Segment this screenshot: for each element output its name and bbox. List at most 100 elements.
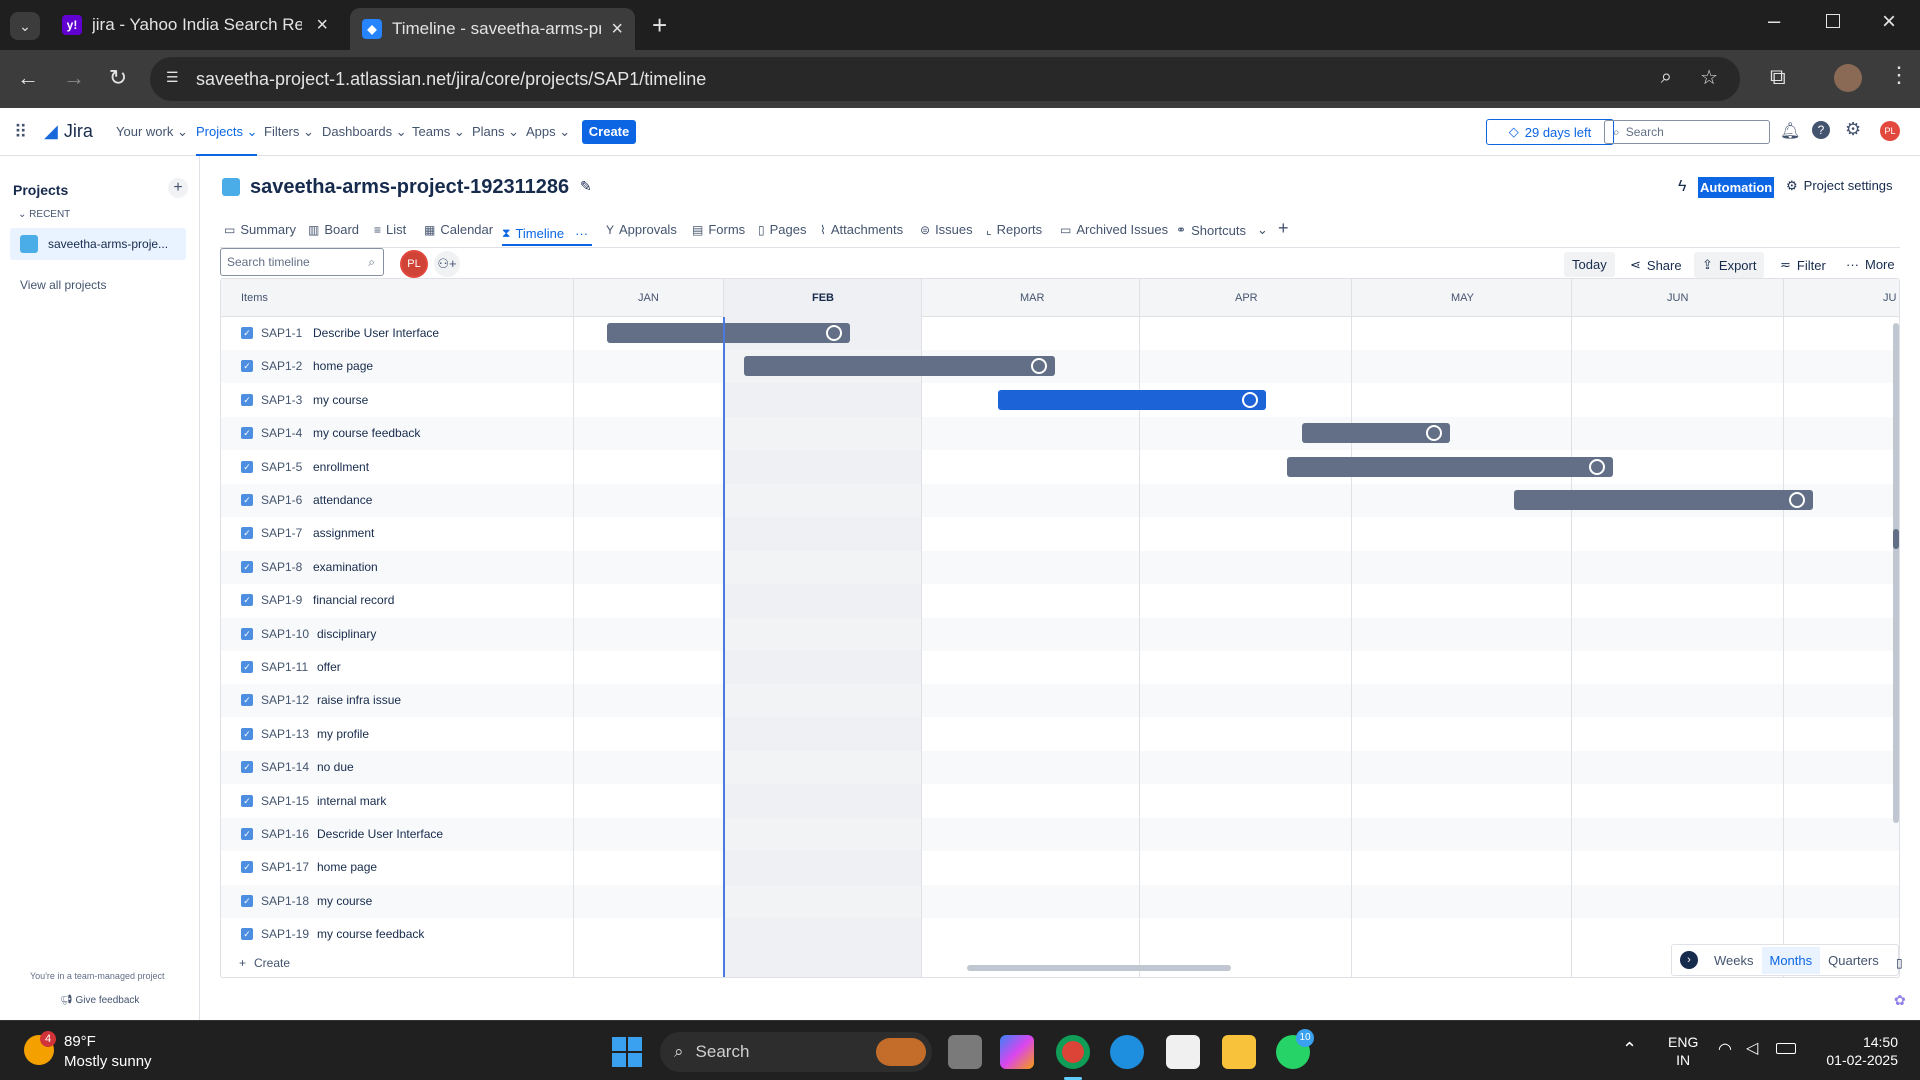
add-people-icon[interactable]: ⚇+ bbox=[434, 251, 460, 277]
more-icon[interactable]: ··· bbox=[575, 226, 588, 241]
automation-icon[interactable]: ϟ bbox=[1678, 178, 1686, 196]
nav-your-work[interactable]: Your work ⌄ bbox=[116, 124, 188, 140]
nav-teams[interactable]: Teams ⌄ bbox=[412, 124, 465, 140]
nav-apps[interactable]: Apps ⌄ bbox=[526, 124, 570, 140]
weather-widget[interactable]: 4 89°F Mostly sunny bbox=[24, 1031, 204, 1071]
horizontal-scrollbar[interactable] bbox=[967, 965, 1231, 971]
share-button[interactable]: ⋖ Share bbox=[1630, 257, 1682, 273]
browser-tab-timeline[interactable]: ◆ Timeline - saveetha-arms-proje × bbox=[350, 8, 635, 50]
chevron-up-icon[interactable]: ⌃ bbox=[1622, 1039, 1637, 1060]
nav-projects[interactable]: Projects ⌄ bbox=[196, 124, 258, 156]
file-explorer-icon[interactable] bbox=[1222, 1035, 1256, 1069]
tab-calendar[interactable]: ▦ Calendar bbox=[424, 222, 493, 237]
palette-icon[interactable]: ✿ bbox=[1894, 992, 1906, 1009]
book-icon[interactable]: ▯ bbox=[1896, 956, 1903, 970]
forward-icon[interactable]: → bbox=[60, 65, 88, 91]
view-all-projects-link[interactable]: View all projects bbox=[20, 278, 106, 292]
volume-icon[interactable]: ◁ bbox=[1746, 1038, 1758, 1058]
timeline-row[interactable]: ✓ SAP1-7 assignment bbox=[221, 517, 1899, 550]
window-close-icon[interactable]: × bbox=[1882, 8, 1896, 36]
task-view-icon[interactable] bbox=[948, 1035, 982, 1069]
clock[interactable]: 14:50 01-02-2025 bbox=[1818, 1033, 1898, 1069]
recent-heading[interactable]: ⌄ RECENT bbox=[18, 209, 70, 220]
address-bar[interactable]: ☰ saveetha-project-1.atlassian.net/jira/… bbox=[150, 57, 1740, 101]
notifications-icon[interactable]: 🔔︎ bbox=[1780, 121, 1800, 141]
battery-icon[interactable] bbox=[1776, 1043, 1796, 1054]
tab-timeline[interactable]: ⧗ Timeline ··· bbox=[502, 222, 592, 246]
timeline-row[interactable]: ✓ SAP1-5 enrollment bbox=[221, 451, 1899, 484]
timeline-row[interactable]: ✓ SAP1-8 examination bbox=[221, 550, 1899, 584]
timeline-row[interactable]: ✓ SAP1-10 disciplinary bbox=[221, 617, 1899, 651]
timeline-search-input[interactable]: Search timeline ⌕ bbox=[220, 248, 384, 276]
tab-pages[interactable]: ▯ Pages bbox=[758, 222, 806, 237]
chevron-right-icon[interactable]: › bbox=[1680, 951, 1698, 969]
timeline-row[interactable]: ✓ SAP1-11 offer bbox=[221, 651, 1899, 684]
zoom-weeks[interactable]: Weeks bbox=[1706, 953, 1762, 968]
tab-issues[interactable]: ⊜ Issues bbox=[920, 222, 973, 237]
tab-approvals[interactable]: Y Approvals bbox=[606, 222, 677, 237]
close-icon[interactable]: × bbox=[316, 14, 328, 37]
app-switcher-icon[interactable]: ⠿ bbox=[14, 122, 27, 143]
reload-icon[interactable]: ↻ bbox=[104, 65, 132, 91]
global-search-input[interactable]: ⌕ Search bbox=[1604, 120, 1770, 144]
automation-button[interactable]: Automation bbox=[1698, 177, 1775, 198]
tab-board[interactable]: ▥ Board bbox=[308, 222, 359, 237]
wifi-icon[interactable]: ◠ bbox=[1718, 1039, 1732, 1059]
nav-dashboards[interactable]: Dashboards ⌄ bbox=[322, 124, 407, 140]
browser-tab-yahoo[interactable]: y! jira - Yahoo India Search Results × bbox=[50, 8, 340, 42]
nav-filters[interactable]: Filters ⌄ bbox=[264, 124, 314, 140]
tab-attachments[interactable]: ⌇ Attachments bbox=[820, 222, 903, 237]
zoom-quarters[interactable]: Quarters bbox=[1820, 953, 1887, 968]
bookmark-star-icon[interactable]: ☆ bbox=[1700, 65, 1718, 90]
taskbar-search[interactable]: ⌕ Search bbox=[660, 1032, 932, 1072]
minimize-icon[interactable]: – bbox=[1768, 8, 1780, 34]
chrome-icon[interactable] bbox=[1056, 1035, 1090, 1069]
timeline-bar[interactable] bbox=[1514, 490, 1814, 510]
timeline-row[interactable]: ✓ SAP1-17 home page bbox=[221, 851, 1899, 884]
edit-icon[interactable]: ✎ bbox=[580, 178, 592, 195]
timeline-row[interactable]: ✓ SAP1-14 no due bbox=[221, 751, 1899, 785]
timeline-row[interactable]: ✓ SAP1-12 raise infra issue bbox=[221, 684, 1899, 718]
back-icon[interactable]: ← bbox=[14, 65, 42, 91]
new-tab-icon[interactable]: + bbox=[652, 10, 667, 41]
trial-button[interactable]: ◇ 29 days left bbox=[1486, 119, 1614, 145]
zoom-icon[interactable]: ⌕ bbox=[1661, 66, 1672, 89]
assignee-avatar[interactable]: PL bbox=[400, 250, 428, 278]
zoom-months[interactable]: Months bbox=[1761, 946, 1821, 974]
tab-list-button[interactable]: ⌄ bbox=[10, 12, 40, 40]
tab-summary[interactable]: ▭ Summary bbox=[224, 222, 296, 237]
store-icon[interactable] bbox=[1166, 1035, 1200, 1069]
profile-avatar[interactable] bbox=[1834, 64, 1862, 92]
start-windows-icon[interactable] bbox=[612, 1037, 642, 1067]
add-tab-icon[interactable]: + bbox=[1278, 218, 1289, 239]
timeline-row[interactable]: ✓ SAP1-19 my course feedback bbox=[221, 918, 1899, 951]
timeline-bar[interactable] bbox=[1301, 423, 1451, 444]
timeline-row[interactable]: ✓ SAP1-9 financial record bbox=[221, 584, 1899, 617]
user-avatar[interactable]: PL bbox=[1880, 121, 1900, 141]
settings-gear-icon[interactable]: ⚙ bbox=[1845, 119, 1861, 140]
timeline-row[interactable]: ✓ SAP1-13 my profile bbox=[221, 718, 1899, 751]
nav-plans[interactable]: Plans ⌄ bbox=[472, 124, 519, 140]
jira-logo[interactable]: ◢ Jira bbox=[44, 121, 93, 142]
vertical-scroll-thumb[interactable] bbox=[1893, 529, 1899, 549]
tab-list[interactable]: ≡ List bbox=[374, 222, 406, 237]
restore-icon[interactable] bbox=[1826, 14, 1840, 28]
timeline-bar[interactable] bbox=[744, 356, 1055, 377]
tab-forms[interactable]: ▤ Forms bbox=[692, 222, 745, 237]
timeline-row[interactable]: ✓ SAP1-16 Descride User Interface bbox=[221, 818, 1899, 851]
timeline-row[interactable]: ✓ SAP1-15 internal mark bbox=[221, 785, 1899, 818]
export-button[interactable]: ⇪ Export bbox=[1694, 252, 1765, 278]
timeline-bar[interactable] bbox=[606, 323, 851, 343]
extensions-icon[interactable]: ⧉ bbox=[1770, 64, 1786, 90]
close-icon[interactable]: × bbox=[611, 18, 623, 41]
sidebar-project-item[interactable]: saveetha-arms-proje... bbox=[10, 228, 186, 260]
timeline-row[interactable]: ✓ SAP1-4 my course feedback bbox=[221, 417, 1899, 451]
create-issue-link[interactable]: + Create bbox=[239, 956, 569, 977]
project-settings-button[interactable]: ⚙ Project settings bbox=[1786, 178, 1893, 194]
vertical-scrollbar[interactable] bbox=[1893, 323, 1899, 823]
timeline-row[interactable]: ✓ SAP1-1 Describe User Interface bbox=[221, 317, 1899, 350]
give-feedback-link[interactable]: 📢︎ Give feedback bbox=[60, 995, 139, 1006]
timeline-bar[interactable] bbox=[998, 389, 1267, 410]
help-icon[interactable]: ? bbox=[1812, 121, 1830, 139]
tab-reports[interactable]: ⌞ Reports bbox=[986, 222, 1042, 237]
